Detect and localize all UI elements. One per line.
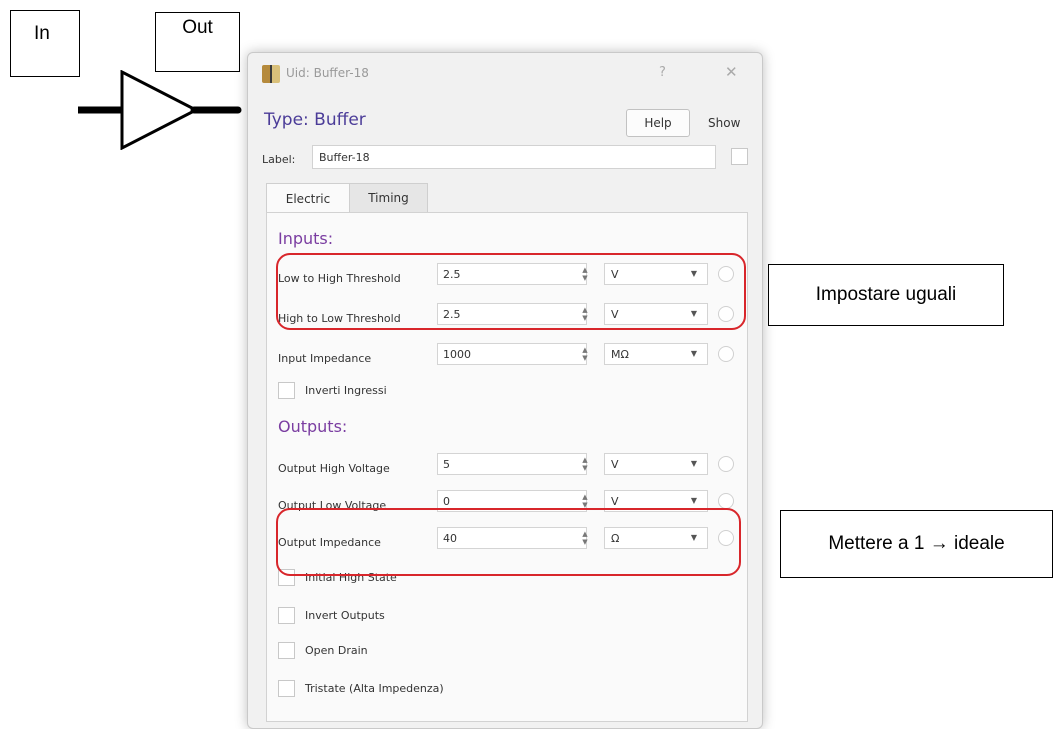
- spin-arrows-icon[interactable]: ▲ ▼: [580, 456, 590, 472]
- output-high-voltage-input[interactable]: 5: [437, 453, 587, 475]
- highlight-output-impedance: [276, 508, 741, 576]
- invert-inputs-checkbox[interactable]: [278, 382, 295, 399]
- output-low-voltage-radio[interactable]: [718, 493, 734, 509]
- annotation-equal-text: Impostare uguali: [815, 284, 957, 305]
- output-high-voltage-unit-select[interactable]: V ▼: [604, 453, 708, 475]
- tristate-label: Tristate (Alta Impedenza): [305, 682, 444, 695]
- window-title: Uid: Buffer-18: [286, 66, 369, 80]
- buffer-symbol-icon: [78, 70, 242, 150]
- show-label: Show: [708, 116, 741, 130]
- outputs-title: Outputs:: [278, 417, 348, 436]
- annotation-equal-box: Impostare uguali: [768, 264, 1004, 326]
- annotation-in-text: In: [34, 23, 50, 44]
- label-input[interactable]: Buffer-18: [312, 145, 716, 169]
- show-label-checkbox[interactable]: [731, 148, 748, 165]
- invert-inputs-label: Inverti Ingressi: [305, 384, 387, 397]
- chevron-down-icon: ▼: [690, 459, 697, 468]
- title-bar: Uid: Buffer-18 ? ✕: [248, 53, 762, 93]
- annotation-out-box: Out: [155, 12, 240, 72]
- spin-arrows-icon[interactable]: ▲ ▼: [580, 493, 590, 509]
- help-title-button[interactable]: ?: [659, 65, 666, 80]
- chevron-down-icon: ▼: [690, 349, 697, 358]
- row-label-input-impedance: Input Impedance: [278, 352, 372, 365]
- tab-timing[interactable]: Timing: [350, 183, 428, 213]
- input-impedance-radio[interactable]: [718, 346, 734, 362]
- input-impedance-unit-select[interactable]: MΩ ▼: [604, 343, 708, 365]
- annotation-ideal-box: Mettere a 1 → ideale: [780, 510, 1053, 578]
- label-caption: Label:: [262, 153, 296, 166]
- open-drain-checkbox[interactable]: [278, 642, 295, 659]
- annotation-out-text: Out: [182, 17, 213, 38]
- inputs-title: Inputs:: [278, 229, 334, 248]
- annotation-in-box: In: [10, 10, 80, 77]
- invert-outputs-checkbox[interactable]: [278, 607, 295, 624]
- highlight-thresholds: [276, 253, 746, 330]
- help-button[interactable]: Help: [626, 109, 690, 137]
- tristate-checkbox[interactable]: [278, 680, 295, 697]
- chevron-down-icon: ▼: [690, 496, 697, 505]
- unit-value: V: [611, 458, 619, 471]
- input-impedance-input[interactable]: 1000: [437, 343, 587, 365]
- close-icon[interactable]: ✕: [725, 63, 738, 81]
- app-icon: [262, 65, 280, 83]
- type-label: Type: Buffer: [264, 110, 366, 130]
- invert-outputs-label: Invert Outputs: [305, 609, 385, 622]
- buffer-properties-dialog: Uid: Buffer-18 ? ✕ Type: Buffer Help Sho…: [247, 52, 763, 729]
- spin-arrows-icon[interactable]: ▲ ▼: [580, 346, 590, 362]
- output-high-voltage-radio[interactable]: [718, 456, 734, 472]
- unit-value: V: [611, 495, 619, 508]
- annotation-ideal-text: Mettere a 1 → ideale: [828, 533, 1005, 554]
- unit-value: MΩ: [611, 348, 629, 361]
- tab-electric[interactable]: Electric: [266, 183, 350, 213]
- open-drain-label: Open Drain: [305, 644, 368, 657]
- row-label-output-high-voltage: Output High Voltage: [278, 462, 390, 475]
